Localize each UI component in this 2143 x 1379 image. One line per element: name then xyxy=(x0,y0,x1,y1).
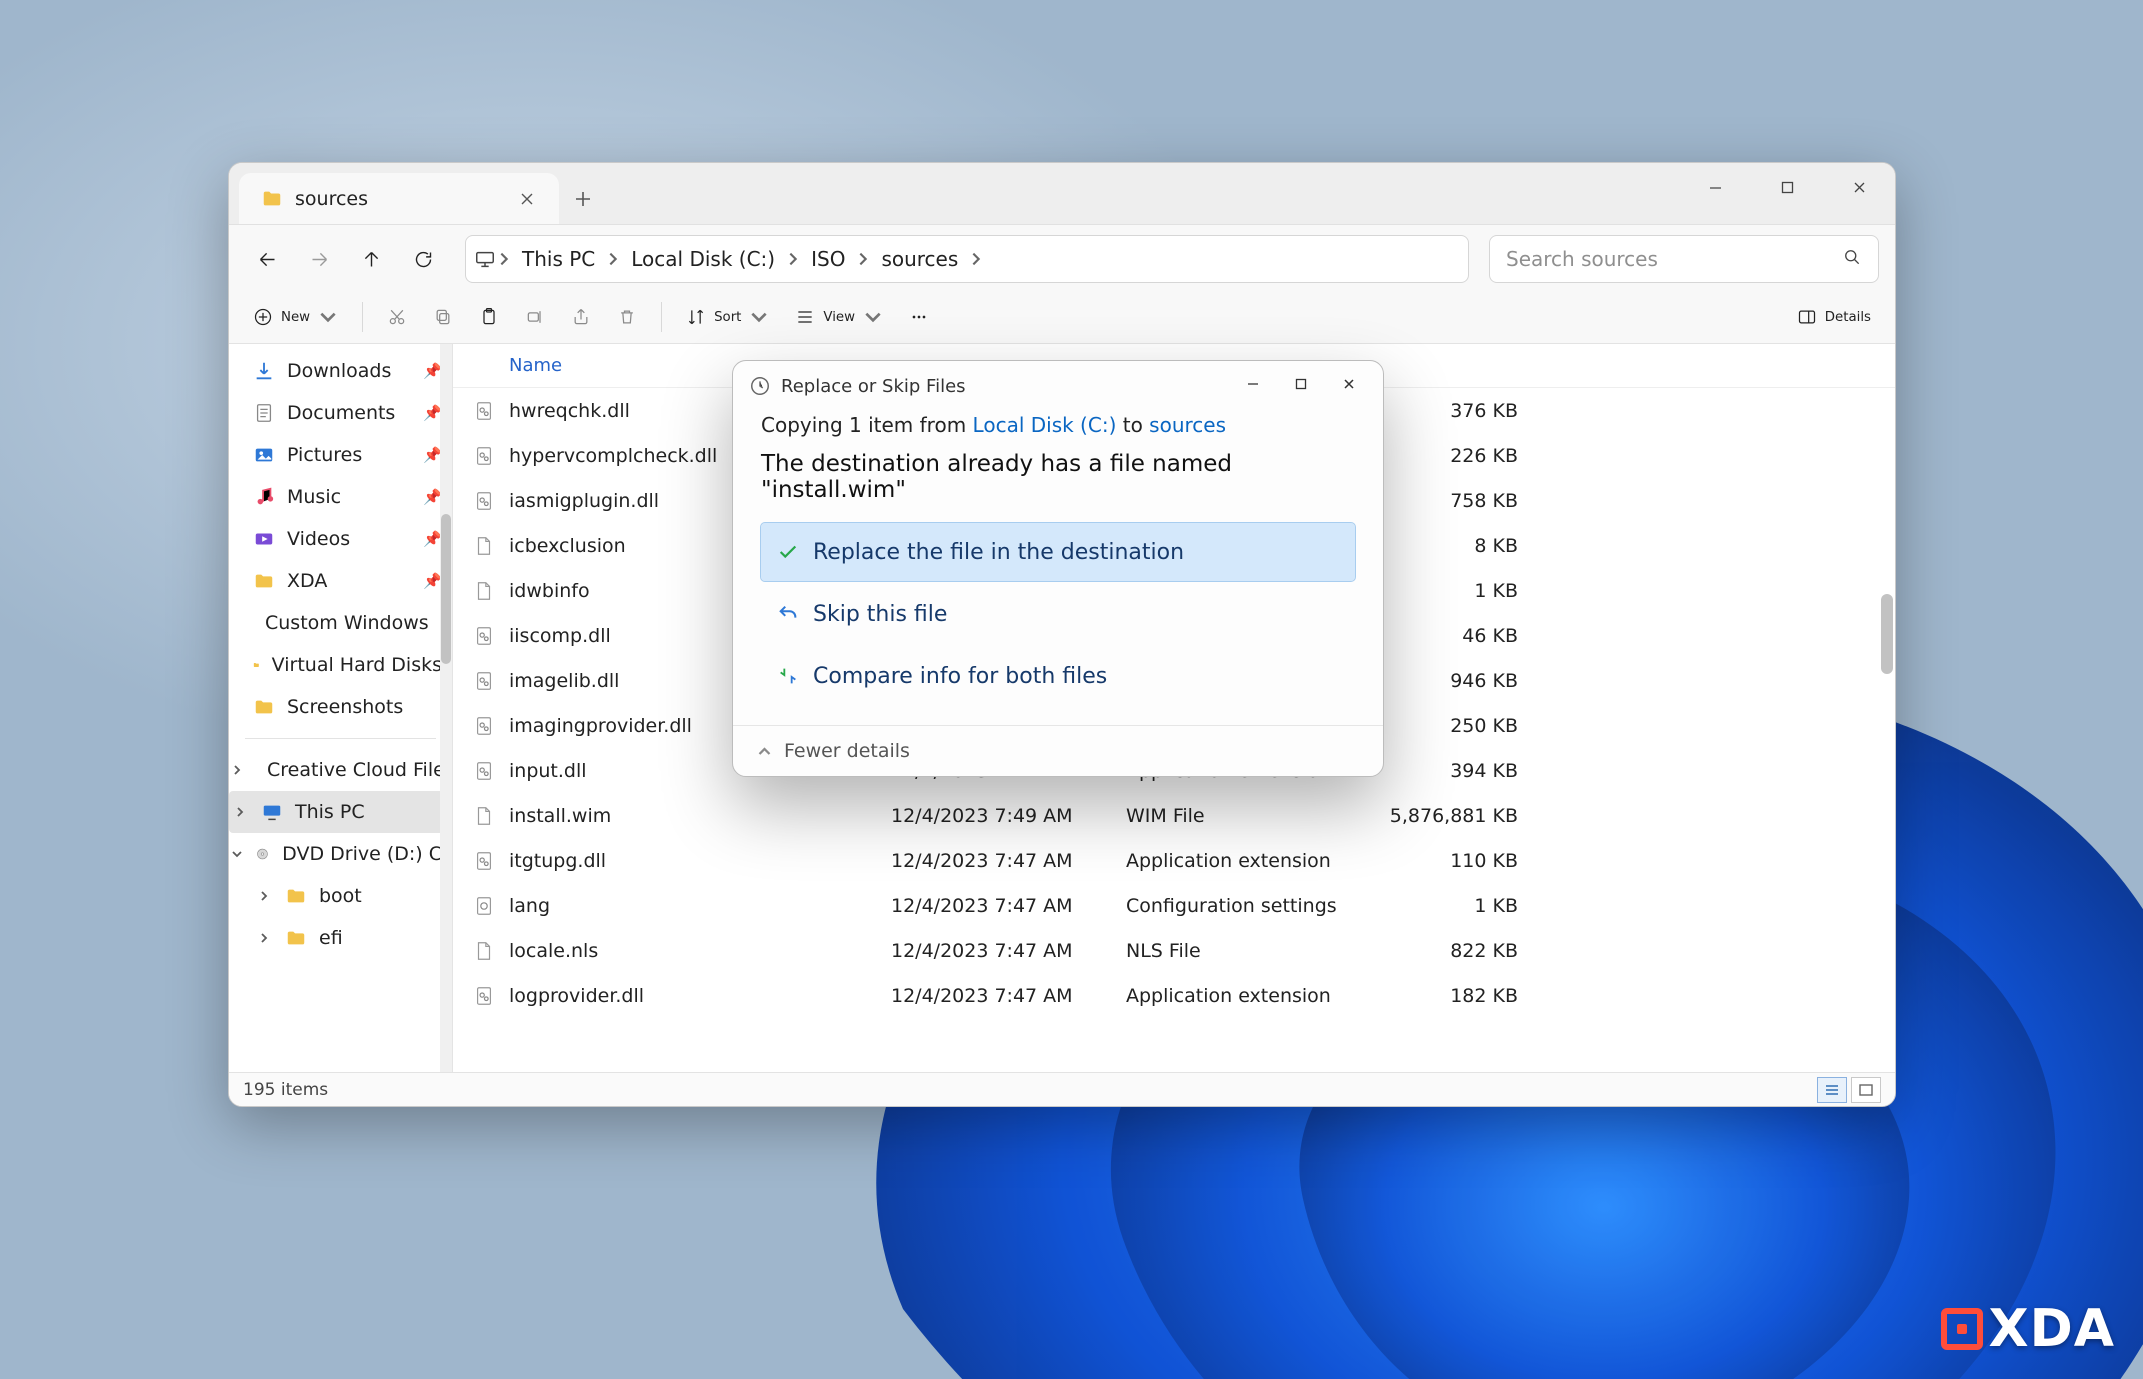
dialog-minimize-button[interactable] xyxy=(1229,366,1277,406)
expand-icon[interactable] xyxy=(231,764,243,776)
option-replace[interactable]: Replace the file in the destination xyxy=(761,523,1355,581)
history-icon xyxy=(749,375,771,397)
navigation-bar: This PC Local Disk (C:) ISO sources Sear… xyxy=(229,225,1895,293)
window-close-button[interactable] xyxy=(1823,163,1895,215)
expand-icon[interactable] xyxy=(231,806,249,818)
new-tab-button[interactable] xyxy=(559,173,607,224)
crumb-thispc[interactable]: This PC xyxy=(512,247,605,271)
status-bar: 195 items xyxy=(229,1072,1895,1106)
list-scrollbar[interactable] xyxy=(1879,344,1895,1044)
chevron-down-icon xyxy=(318,307,338,327)
sidebar-item[interactable]: Screenshots xyxy=(229,686,452,728)
details-pane-button[interactable]: Details xyxy=(1787,301,1881,333)
rename-button[interactable] xyxy=(515,301,555,333)
search-input[interactable]: Search sources xyxy=(1489,235,1879,283)
option-compare[interactable]: Compare info for both files xyxy=(761,647,1355,705)
folder-icon xyxy=(261,188,283,210)
cut-button[interactable] xyxy=(377,301,417,333)
share-button[interactable] xyxy=(561,301,601,333)
check-icon xyxy=(777,541,799,563)
paste-button[interactable] xyxy=(469,301,509,333)
dialog-message: The destination already has a file named… xyxy=(761,451,1355,503)
nav-back-button[interactable] xyxy=(245,237,289,281)
search-placeholder: Search sources xyxy=(1506,247,1658,271)
nav-forward-button[interactable] xyxy=(297,237,341,281)
sidebar-item[interactable]: Downloads📌 xyxy=(229,350,452,392)
view-large-toggle[interactable] xyxy=(1851,1077,1881,1103)
file-row[interactable]: itgtupg.dll12/4/2023 7:47 AMApplication … xyxy=(453,838,1895,883)
chevron-down-icon xyxy=(749,307,769,327)
crumb-sources[interactable]: sources xyxy=(871,247,968,271)
file-row[interactable]: install.wim12/4/2023 7:49 AMWIM File5,87… xyxy=(453,793,1895,838)
crumb-localdisk[interactable]: Local Disk (C:) xyxy=(621,247,785,271)
tab-strip: sources xyxy=(229,163,1895,225)
dialog-title: Replace or Skip Files xyxy=(781,376,966,397)
sidebar-tree-item[interactable]: Creative Cloud Files xyxy=(229,749,452,791)
sidebar-tree-item[interactable]: DVD Drive (D:) C xyxy=(229,833,452,875)
xda-watermark: XDA xyxy=(1941,1299,2116,1359)
link-dest[interactable]: sources xyxy=(1149,413,1226,437)
pc-icon xyxy=(474,248,496,270)
sidebar-tree-item[interactable]: efi xyxy=(229,917,452,959)
replace-or-skip-dialog: Replace or Skip Files Copying 1 item fro… xyxy=(732,360,1384,777)
sidebar-item[interactable]: Custom Windows📌 xyxy=(229,602,452,644)
delete-button[interactable] xyxy=(607,301,647,333)
nav-refresh-button[interactable] xyxy=(401,237,445,281)
undo-icon xyxy=(777,603,799,625)
tab-title: sources xyxy=(295,188,368,210)
tab-sources[interactable]: sources xyxy=(239,173,559,224)
file-row[interactable]: lang12/4/2023 7:47 AMConfiguration setti… xyxy=(453,883,1895,928)
sidebar-item[interactable]: Documents📌 xyxy=(229,392,452,434)
dialog-fewer-details[interactable]: Fewer details xyxy=(733,725,1383,776)
expand-icon[interactable] xyxy=(255,932,273,944)
sort-button[interactable]: Sort xyxy=(676,301,779,333)
dialog-close-button[interactable] xyxy=(1325,366,1373,406)
item-count: 195 items xyxy=(243,1080,328,1100)
sidebar-item[interactable]: Music📌 xyxy=(229,476,452,518)
navigation-pane: Downloads📌Documents📌Pictures📌Music📌Video… xyxy=(229,344,453,1072)
view-button[interactable]: View xyxy=(785,301,893,333)
dialog-titlebar: Replace or Skip Files xyxy=(733,361,1383,411)
link-source[interactable]: Local Disk (C:) xyxy=(973,413,1117,437)
new-button[interactable]: New xyxy=(243,301,348,333)
sidebar-item[interactable]: Virtual Hard Disks xyxy=(229,644,452,686)
file-row[interactable]: logprovider.dll12/4/2023 7:47 AMApplicat… xyxy=(453,973,1895,1018)
chevron-up-icon xyxy=(757,744,772,759)
window-minimize-button[interactable] xyxy=(1679,163,1751,215)
address-bar[interactable]: This PC Local Disk (C:) ISO sources xyxy=(465,235,1469,283)
sidebar-item[interactable]: Videos📌 xyxy=(229,518,452,560)
sidebar-item[interactable]: XDA📌 xyxy=(229,560,452,602)
search-icon xyxy=(1842,247,1862,272)
nav-up-button[interactable] xyxy=(349,237,393,281)
file-row[interactable]: locale.nls12/4/2023 7:47 AMNLS File822 K… xyxy=(453,928,1895,973)
sidebar-item[interactable]: Pictures📌 xyxy=(229,434,452,476)
compare-icon xyxy=(777,665,799,687)
expand-icon[interactable] xyxy=(231,848,243,860)
command-bar: New Sort View Details xyxy=(229,293,1895,344)
more-button[interactable] xyxy=(899,301,939,333)
xda-logo-icon xyxy=(1941,1308,1983,1350)
expand-icon[interactable] xyxy=(255,890,273,902)
copy-button[interactable] xyxy=(423,301,463,333)
sidebar-tree-item[interactable]: boot xyxy=(229,875,452,917)
tab-close-button[interactable] xyxy=(513,185,541,213)
dialog-subtitle: Copying 1 item from Local Disk (C:) to s… xyxy=(761,413,1355,437)
sidebar-scrollbar[interactable] xyxy=(440,344,452,1072)
window-maximize-button[interactable] xyxy=(1751,163,1823,215)
option-skip[interactable]: Skip this file xyxy=(761,585,1355,643)
crumb-iso[interactable]: ISO xyxy=(801,247,855,271)
dialog-maximize-button[interactable] xyxy=(1277,366,1325,406)
chevron-down-icon xyxy=(863,307,883,327)
view-details-toggle[interactable] xyxy=(1817,1077,1847,1103)
sidebar-tree-item[interactable]: This PC xyxy=(229,791,452,833)
